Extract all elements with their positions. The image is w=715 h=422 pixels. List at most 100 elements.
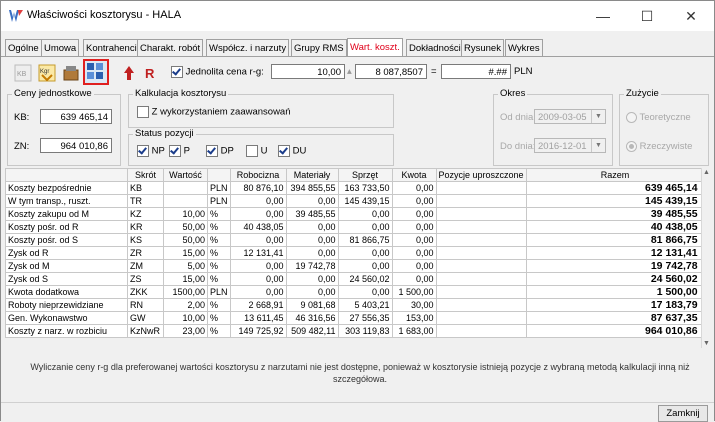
status-np-label: NP: [151, 145, 165, 157]
od-date-picker[interactable]: 2009-03-05 ▼: [534, 109, 606, 124]
kb-icon[interactable]: KB: [11, 61, 35, 85]
teoretyczne-radio[interactable]: [626, 112, 637, 123]
close-button[interactable]: Zamknij: [658, 405, 708, 422]
kgr-icon[interactable]: Kgr: [35, 61, 59, 85]
tab-kontrahenci[interactable]: Kontrahenci: [83, 39, 140, 57]
scroll-down-icon[interactable]: ▼: [703, 340, 710, 347]
do-dropdown-icon[interactable]: ▼: [591, 139, 605, 152]
tools-icon[interactable]: [59, 61, 83, 85]
table-row[interactable]: Zysk od S ZS 15,00% 0,00 0,00 24 560,02 0,00 24…: [5, 272, 705, 286]
status-np[interactable]: NP: [137, 145, 165, 157]
tab-rysunek[interactable]: Rysunek: [461, 39, 504, 57]
row-razem: 87 637,35: [525, 311, 705, 325]
arrow-icon[interactable]: [117, 61, 141, 85]
table-row[interactable]: Koszty zakupu od M KZ 10,00% 0,00 39 485,55 0…: [5, 207, 705, 221]
row-robocizna: 0,00: [229, 272, 287, 286]
tab-dokladnosci[interactable]: Dokładności: [406, 39, 464, 57]
row-wartosc[interactable]: 50,00: [163, 233, 208, 247]
table-row[interactable]: Koszty pośr. od R KR 50,00% 40 438,05 0,00 0,…: [5, 220, 705, 234]
kb-value-field[interactable]: 639 465,14: [40, 109, 112, 124]
header-kwota[interactable]: Kwota: [391, 168, 437, 182]
status-dp[interactable]: DP: [206, 145, 234, 157]
header-wartosc[interactable]: Wartość: [163, 168, 208, 182]
rzeczywiste-radio[interactable]: [626, 141, 637, 152]
rate-input[interactable]: 10,00: [271, 64, 345, 79]
status-p[interactable]: P: [169, 145, 190, 157]
table-row[interactable]: Roboty nieprzewidziane RN 2,00% 2 668,91 9 0…: [5, 298, 705, 312]
header-razem[interactable]: Razem: [525, 168, 705, 182]
status-np-checkbox[interactable]: [137, 145, 149, 157]
result-input[interactable]: #.##: [441, 64, 511, 79]
status-bar: Zamknij: [1, 402, 714, 422]
row-kwota: 0,00: [391, 259, 437, 273]
tab-ogolne[interactable]: Ogólne: [5, 39, 42, 57]
maximize-button[interactable]: ☐: [625, 1, 669, 31]
cost-table: Skrót Wartość Robocizna Materiały Sprzęt…: [5, 168, 705, 338]
od-dropdown-icon[interactable]: ▼: [591, 110, 605, 123]
r-icon[interactable]: R: [139, 61, 163, 85]
tab-wykres[interactable]: Wykres: [505, 39, 543, 57]
table-row[interactable]: Zysk od R ZR 15,00% 12 131,41 0,00 0,00 0,00 12…: [5, 246, 705, 260]
status-dp-checkbox[interactable]: [206, 145, 218, 157]
status-du[interactable]: DU: [278, 145, 306, 157]
row-wartosc[interactable]: 10,00: [163, 311, 208, 325]
total-input[interactable]: 8 087,8507: [355, 64, 427, 79]
tab-charakt-robot[interactable]: Charakt. robót: [137, 39, 204, 57]
close-window-button[interactable]: ✕: [669, 1, 713, 31]
row-unit: %: [207, 246, 231, 260]
row-sprzet: 5 403,21: [337, 298, 393, 312]
header-pozycje-uproszczone[interactable]: Pozycje uproszczone: [435, 168, 527, 182]
row-robocizna: 149 725,92: [229, 324, 287, 338]
teoretyczne-option[interactable]: Teoretyczne: [626, 112, 691, 123]
table-row[interactable]: W tym transp., ruszt. TR PLN 0,00 0,00 145 43…: [5, 194, 705, 208]
row-razem: 81 866,75: [525, 233, 705, 247]
tab-grupy-rms[interactable]: Grupy RMS: [291, 39, 347, 57]
table-row[interactable]: Zysk od M ZM 5,00% 0,00 19 742,78 0,00 0,00 19 …: [5, 259, 705, 273]
row-unit: %: [207, 311, 231, 325]
scroll-up-icon[interactable]: ▲: [703, 169, 710, 176]
row-wartosc[interactable]: 2,00: [163, 298, 208, 312]
do-date-picker[interactable]: 2016-12-01 ▼: [534, 138, 606, 153]
row-wartosc[interactable]: 50,00: [163, 220, 208, 234]
table-row[interactable]: Koszty bezpośrednie KB PLN 80 876,10 394 855…: [5, 181, 705, 195]
status-p-checkbox[interactable]: [169, 145, 181, 157]
header-materialy[interactable]: Materiały: [285, 168, 339, 182]
header-robocizna[interactable]: Robocizna: [229, 168, 287, 182]
row-wartosc[interactable]: 1500,00: [163, 285, 208, 299]
zaawansowan-option[interactable]: Z wykorzystaniem zaawansowań: [137, 106, 291, 118]
zaawansowan-checkbox[interactable]: [137, 106, 149, 118]
zn-value-field[interactable]: 964 010,86: [40, 138, 112, 153]
row-materialy: 394 855,55: [285, 181, 339, 195]
row-wartosc[interactable]: 15,00: [163, 272, 208, 286]
equals-sign: =: [431, 66, 437, 77]
calculator-icon[interactable]: [83, 59, 109, 85]
table-row[interactable]: Koszty z narz. w rozbiciu KzNwR 23,00% 149 …: [5, 324, 705, 338]
tab-wspolcz-narzuty[interactable]: Współcz. i narzuty: [206, 39, 290, 57]
table-scrollbar[interactable]: ▲ ▼: [701, 168, 712, 348]
minimize-button[interactable]: —: [581, 1, 625, 31]
tab-wart-koszt[interactable]: Wart. koszt.: [347, 38, 403, 57]
status-du-checkbox[interactable]: [278, 145, 290, 157]
row-kwota: 0,00: [391, 220, 437, 234]
row-wartosc[interactable]: 23,00: [163, 324, 208, 338]
row-sprzet: 145 439,15: [337, 194, 393, 208]
rzeczywiste-option[interactable]: Rzeczywiste: [626, 141, 692, 152]
status-u[interactable]: U: [246, 145, 268, 157]
table-row[interactable]: Koszty pośr. od S KS 50,00% 0,00 0,00 81 866,…: [5, 233, 705, 247]
row-name: Koszty z narz. w rozbiciu: [5, 324, 128, 338]
tab-umowa[interactable]: Umowa: [41, 39, 80, 57]
status-u-checkbox[interactable]: [246, 145, 258, 157]
jednolita-checkbox[interactable]: [171, 66, 183, 78]
table-body: Koszty bezpośrednie KB PLN 80 876,10 394 855…: [5, 181, 705, 338]
row-wartosc[interactable]: 10,00: [163, 207, 208, 221]
header-skrot[interactable]: Skrót: [127, 168, 164, 182]
header-sprzet[interactable]: Sprzęt: [337, 168, 393, 182]
jednolita-option[interactable]: Jednolita cena r-g:: [171, 66, 264, 78]
row-wartosc[interactable]: 5,00: [163, 259, 208, 273]
row-kwota: 1 683,00: [391, 324, 437, 338]
table-row[interactable]: Gen. Wykonawstwo GW 10,00% 13 611,45 46 316,…: [5, 311, 705, 325]
row-wartosc[interactable]: [163, 194, 208, 208]
row-wartosc[interactable]: 15,00: [163, 246, 208, 260]
table-row[interactable]: Kwota dodatkowa ZKK 1500,00 PLN 0,00 0,00 0,00…: [5, 285, 705, 299]
row-wartosc[interactable]: [163, 181, 208, 195]
